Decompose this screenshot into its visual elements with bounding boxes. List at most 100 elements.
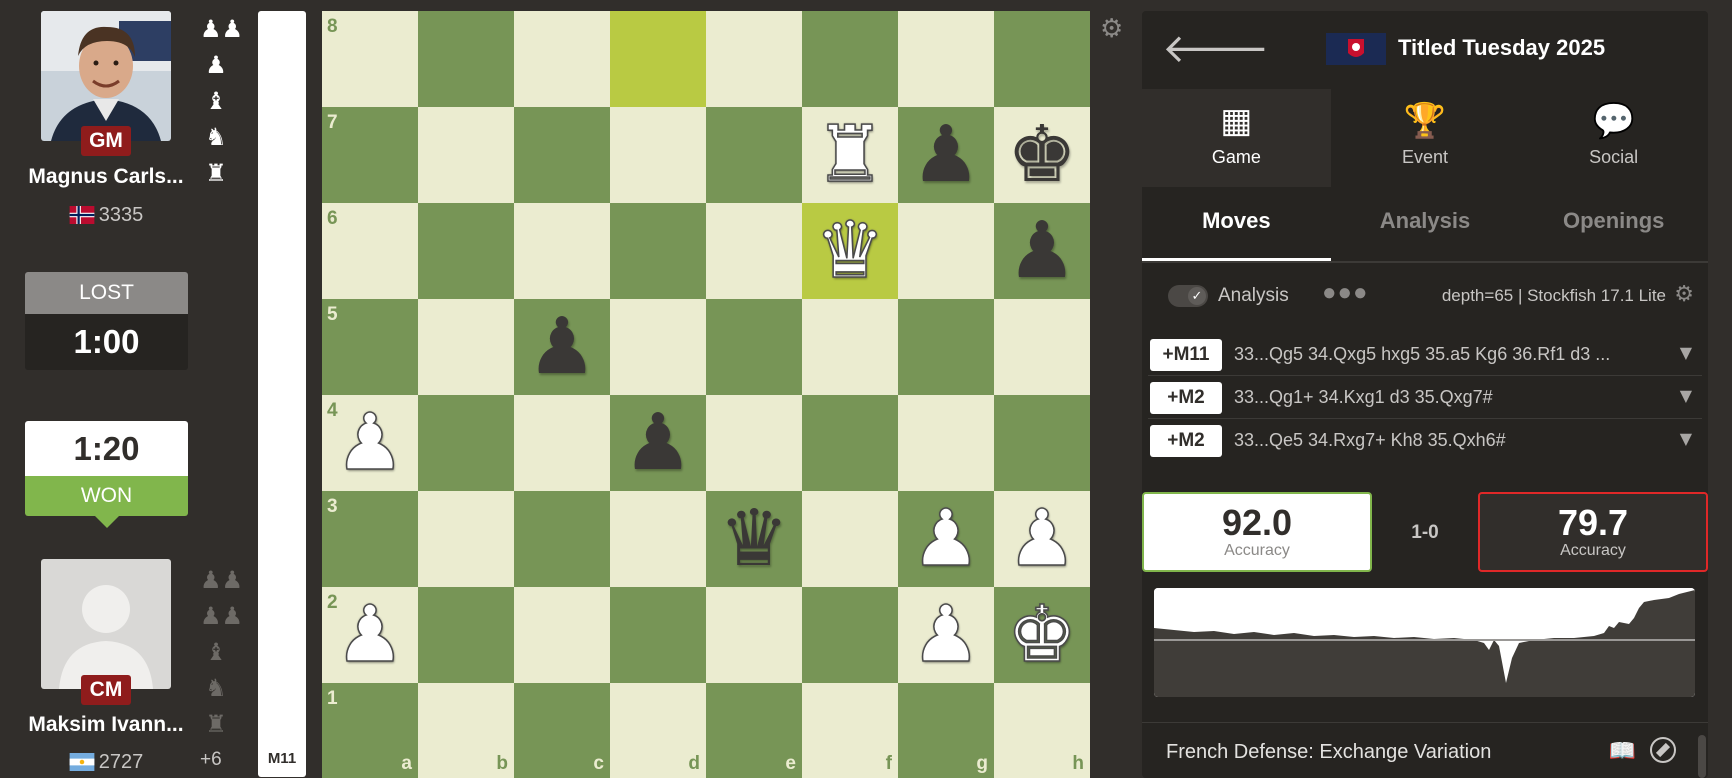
square-g5[interactable]: [898, 299, 994, 395]
tab-analysis[interactable]: Analysis: [1331, 187, 1520, 261]
square-d4[interactable]: ♟: [610, 395, 706, 491]
chess-piece-h6[interactable]: ♟: [1007, 212, 1077, 290]
square-h2[interactable]: ♚: [994, 587, 1090, 683]
evaluation-graph[interactable]: [1154, 588, 1695, 697]
square-e1[interactable]: e: [706, 683, 802, 778]
square-b7[interactable]: [418, 107, 514, 203]
square-d3[interactable]: [610, 491, 706, 587]
top-player-name[interactable]: Magnus Carls...: [0, 165, 212, 189]
line-moves[interactable]: 33...Qe5 34.Rxg7+ Kh8 35.Qxh6#: [1234, 430, 1506, 451]
square-g2[interactable]: ♟: [898, 587, 994, 683]
analysis-toggle[interactable]: ✓: [1168, 285, 1208, 307]
chess-piece-h7[interactable]: ♚: [1007, 116, 1077, 194]
square-b3[interactable]: [418, 491, 514, 587]
square-h4[interactable]: [994, 395, 1090, 491]
square-h8[interactable]: [994, 11, 1090, 107]
square-e5[interactable]: [706, 299, 802, 395]
bottom-player-avatar[interactable]: [41, 559, 171, 689]
square-a8[interactable]: 8: [322, 11, 418, 107]
tab-moves[interactable]: Moves: [1142, 187, 1331, 261]
book-icon[interactable]: 📖: [1609, 739, 1636, 764]
square-d2[interactable]: [610, 587, 706, 683]
square-b1[interactable]: b: [418, 683, 514, 778]
panel-scrollbar[interactable]: [1698, 735, 1706, 778]
square-g1[interactable]: g: [898, 683, 994, 778]
square-d1[interactable]: d: [610, 683, 706, 778]
square-b4[interactable]: [418, 395, 514, 491]
square-f8[interactable]: [802, 11, 898, 107]
chess-piece-h2[interactable]: ♚: [1006, 595, 1077, 675]
square-c1[interactable]: c: [514, 683, 610, 778]
square-e4[interactable]: [706, 395, 802, 491]
square-g6[interactable]: [898, 203, 994, 299]
square-d7[interactable]: [610, 107, 706, 203]
chevron-down-icon[interactable]: ▼: [1680, 429, 1692, 448]
top-player-avatar[interactable]: [41, 11, 171, 141]
square-a4[interactable]: 4 ♟: [322, 395, 418, 491]
chevron-down-icon[interactable]: ▼: [1680, 386, 1692, 405]
square-f1[interactable]: f: [802, 683, 898, 778]
chess-piece-h3[interactable]: ♟: [1006, 499, 1077, 579]
bottom-player-name[interactable]: Maksim Ivann...: [0, 713, 212, 737]
square-a1[interactable]: 1a: [322, 683, 418, 778]
chess-piece-c5[interactable]: ♟: [527, 308, 597, 386]
tab-openings[interactable]: Openings: [1519, 187, 1708, 261]
square-a7[interactable]: 7: [322, 107, 418, 203]
square-g4[interactable]: [898, 395, 994, 491]
back-arrow-icon[interactable]: 🡐: [1162, 29, 1269, 69]
event-title[interactable]: Titled Tuesday 2025: [1398, 35, 1605, 61]
square-a5[interactable]: 5: [322, 299, 418, 395]
square-h1[interactable]: h: [994, 683, 1090, 778]
square-e2[interactable]: [706, 587, 802, 683]
chess-piece-e3[interactable]: ♛: [719, 500, 789, 578]
square-c3[interactable]: [514, 491, 610, 587]
square-g8[interactable]: [898, 11, 994, 107]
tab-social[interactable]: 💬 Social: [1519, 89, 1708, 187]
square-c5[interactable]: ♟: [514, 299, 610, 395]
square-c4[interactable]: [514, 395, 610, 491]
square-a6[interactable]: 6: [322, 203, 418, 299]
evaluation-bar[interactable]: M11: [258, 11, 306, 777]
square-f7[interactable]: ♜: [802, 107, 898, 203]
square-g7[interactable]: ♟: [898, 107, 994, 203]
chess-piece-f7[interactable]: ♜: [814, 115, 885, 195]
black-accuracy-card[interactable]: 79.7 Accuracy: [1478, 492, 1708, 572]
engine-line[interactable]: +M2 33...Qe5 34.Rxg7+ Kh8 35.Qxh6# ▼: [1148, 419, 1702, 462]
chevron-down-icon[interactable]: ▼: [1680, 343, 1692, 362]
chess-piece-g2[interactable]: ♟: [910, 595, 981, 675]
square-f6[interactable]: ♛: [802, 203, 898, 299]
square-d6[interactable]: [610, 203, 706, 299]
square-d5[interactable]: [610, 299, 706, 395]
square-e6[interactable]: [706, 203, 802, 299]
square-a3[interactable]: 3: [322, 491, 418, 587]
square-f3[interactable]: [802, 491, 898, 587]
chess-piece-g3[interactable]: ♟: [910, 499, 981, 579]
board-settings-gear-icon[interactable]: ⚙: [1100, 14, 1123, 44]
square-a2[interactable]: 2 ♟: [322, 587, 418, 683]
square-g3[interactable]: ♟: [898, 491, 994, 587]
chess-piece-a2[interactable]: ♟: [334, 595, 405, 675]
square-d8[interactable]: [610, 11, 706, 107]
square-b8[interactable]: [418, 11, 514, 107]
chess-piece-g7[interactable]: ♟: [911, 116, 981, 194]
chess-board[interactable]: 8 7 ♜ ♟ ♚ 6 ♛ ♟ 5 ♟ 4 ♟ ♟ 3 ♛ ♟ ♟ 2 ♟ ♟ ♚ 1 a b c d e f g h: [322, 11, 1090, 778]
engine-line[interactable]: +M11 33...Qg5 34.Qxg5 hxg5 35.a5 Kg6 36.…: [1148, 333, 1702, 376]
square-h7[interactable]: ♚: [994, 107, 1090, 203]
square-h3[interactable]: ♟: [994, 491, 1090, 587]
compass-icon[interactable]: [1650, 737, 1676, 763]
line-moves[interactable]: 33...Qg1+ 34.Kxg1 d3 35.Qxg7#: [1234, 387, 1493, 408]
square-c7[interactable]: [514, 107, 610, 203]
square-b6[interactable]: [418, 203, 514, 299]
square-e8[interactable]: [706, 11, 802, 107]
square-b2[interactable]: [418, 587, 514, 683]
line-moves[interactable]: 33...Qg5 34.Qxg5 hxg5 35.a5 Kg6 36.Rf1 d…: [1234, 344, 1610, 365]
square-c6[interactable]: [514, 203, 610, 299]
square-f5[interactable]: [802, 299, 898, 395]
square-h6[interactable]: ♟: [994, 203, 1090, 299]
square-e3[interactable]: ♛: [706, 491, 802, 587]
square-c8[interactable]: [514, 11, 610, 107]
square-h5[interactable]: [994, 299, 1090, 395]
square-f2[interactable]: [802, 587, 898, 683]
square-f4[interactable]: [802, 395, 898, 491]
chess-piece-a4[interactable]: ♟: [334, 403, 405, 483]
